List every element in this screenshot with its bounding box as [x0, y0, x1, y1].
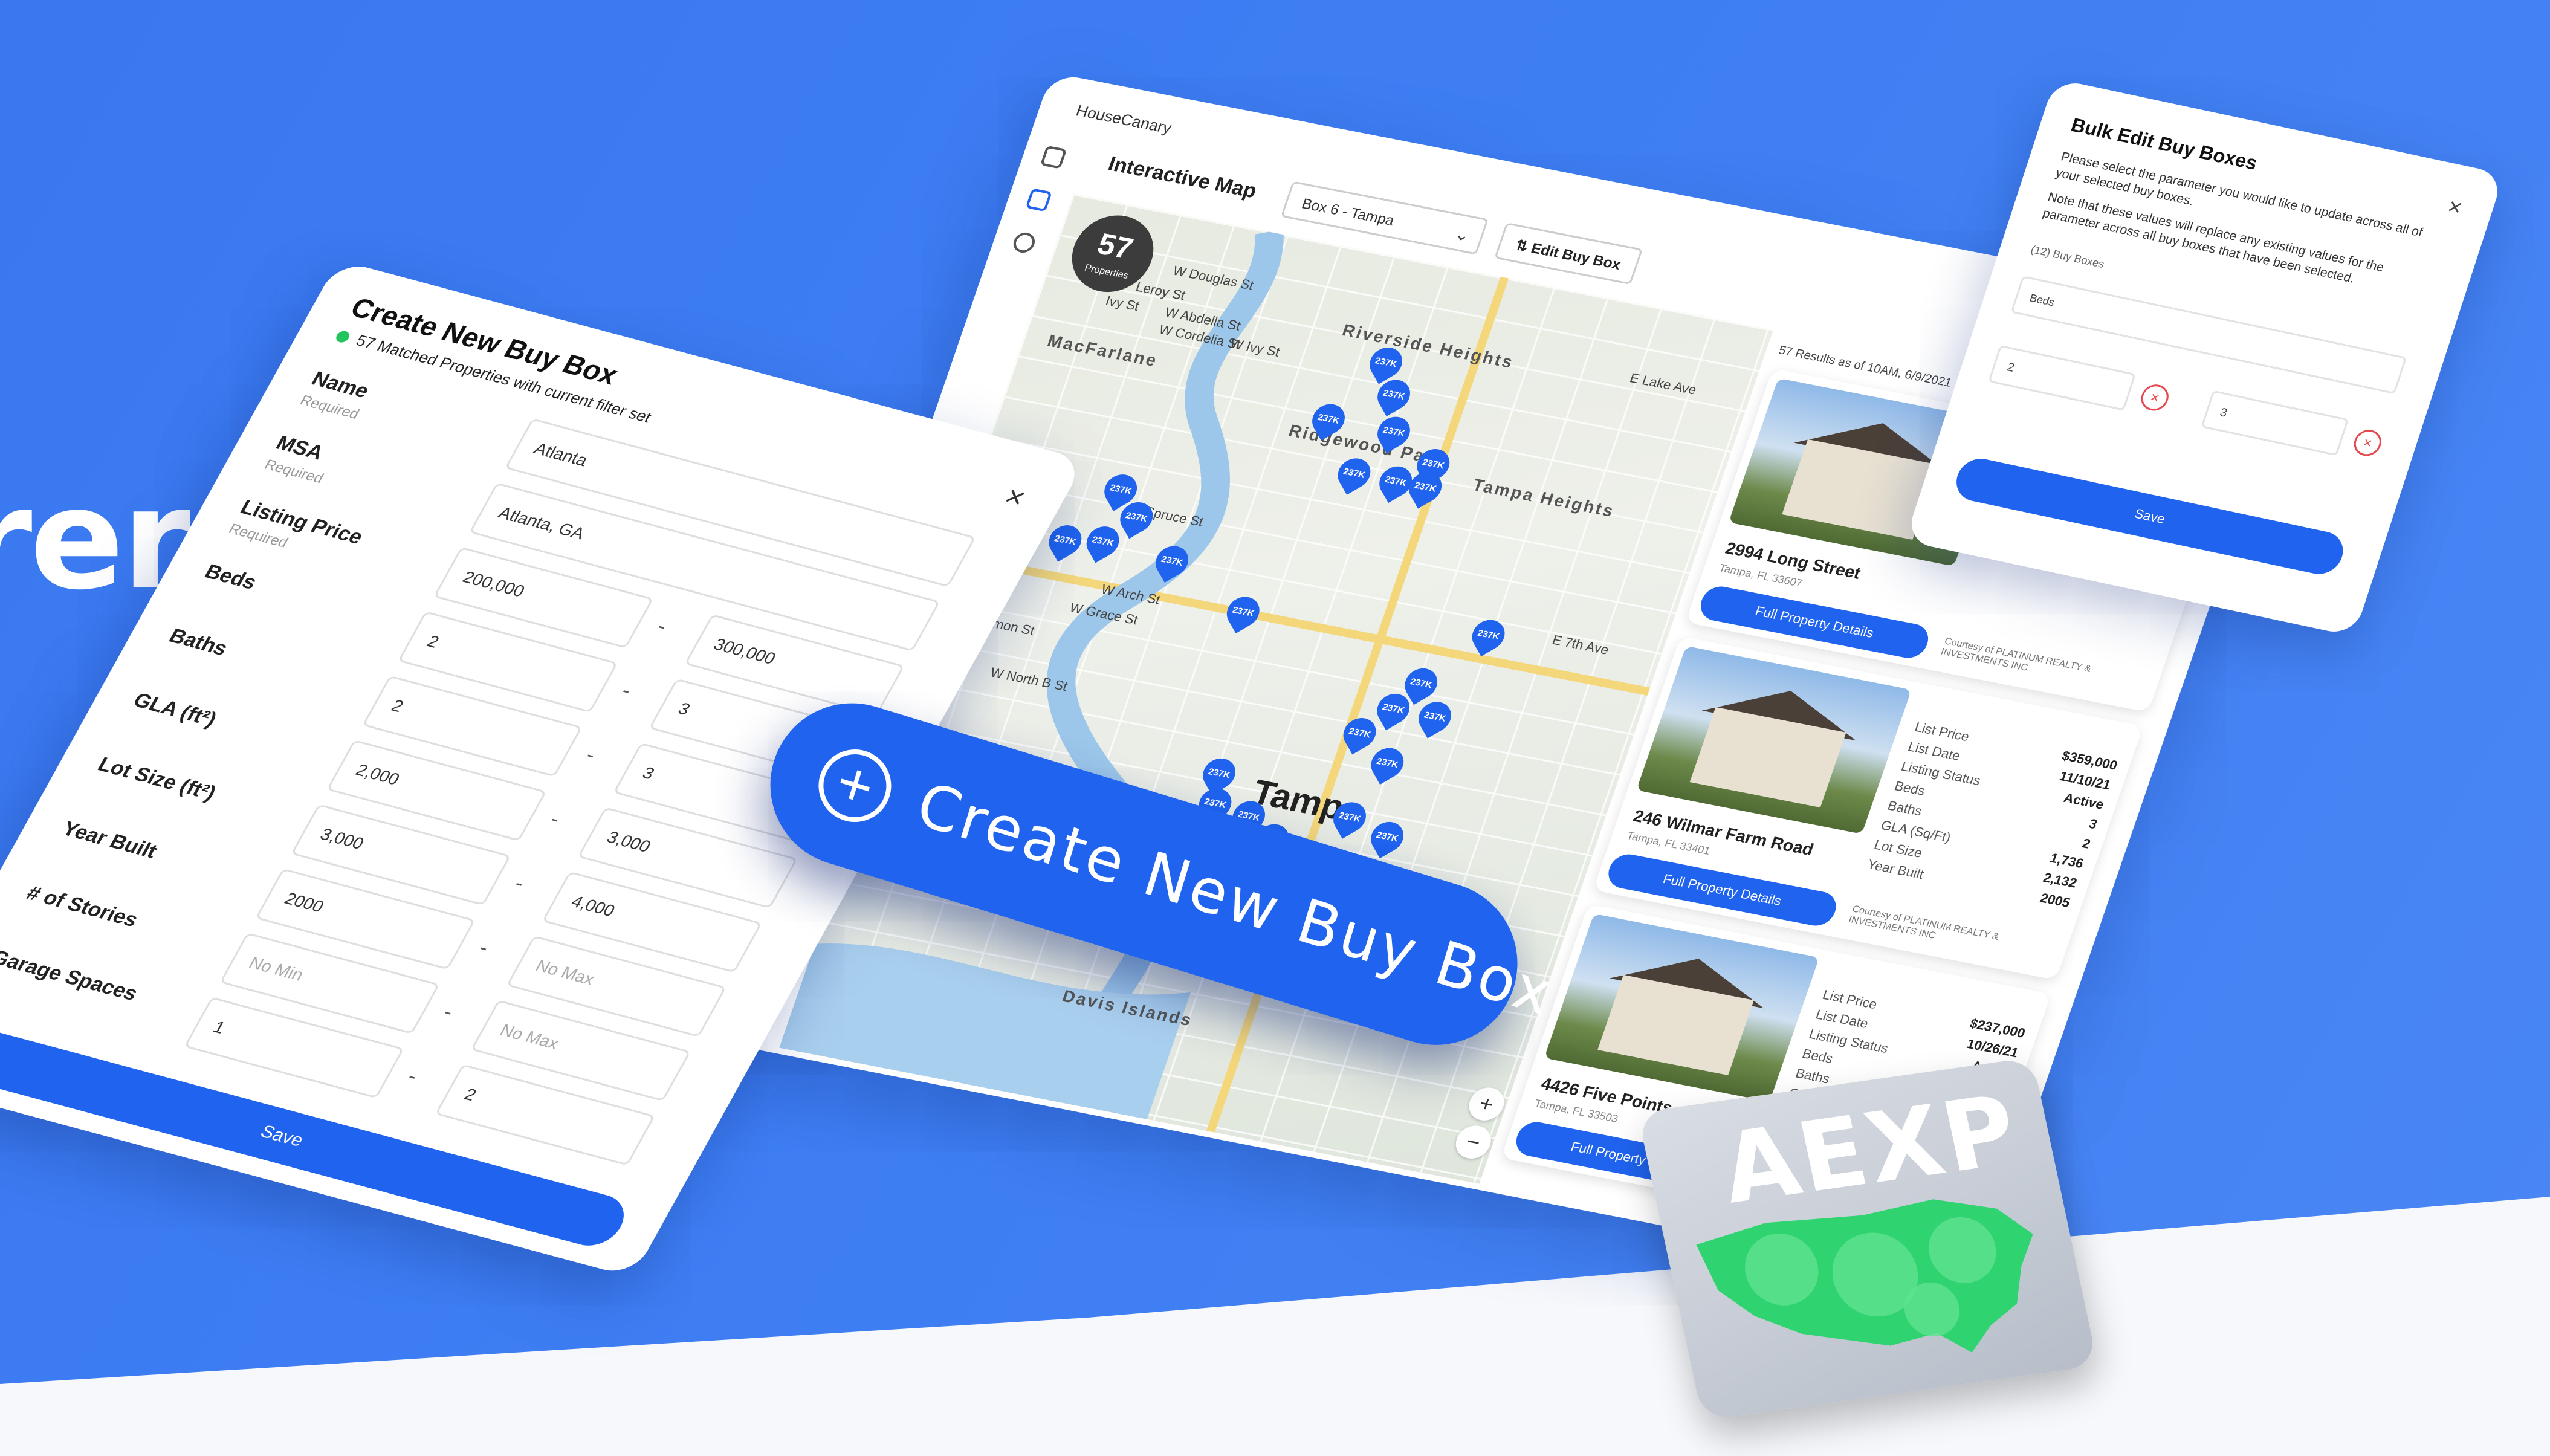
portfolio-icon[interactable]	[1040, 145, 1067, 169]
bulk-save-button[interactable]: Save	[1950, 455, 2349, 578]
plus-circle-icon: +	[809, 740, 901, 831]
range-dash: -	[403, 1065, 422, 1088]
fact-value: 2	[2080, 835, 2092, 852]
clear-min-icon[interactable]: ×	[2137, 382, 2172, 413]
property-facts: List Price $359,000 List Date 11/10/21 Listi…	[1864, 719, 2119, 916]
range-dash: -	[439, 1000, 458, 1024]
edit-buy-box-label: Edit Buy Box	[1529, 240, 1623, 273]
history-icon[interactable]	[1011, 230, 1038, 254]
range-dash: -	[581, 743, 600, 766]
range-dash: -	[474, 936, 493, 959]
max-input[interactable]: 3	[2201, 390, 2349, 456]
listing-courtesy: Courtesy of PLATINUM REALTY & INVESTMENT…	[1939, 636, 2093, 675]
range-dash: -	[617, 679, 636, 702]
page-title: Interactive Map	[1105, 152, 1260, 203]
range-dash: -	[653, 615, 671, 638]
listing-courtesy: Courtesy of PLATINUM REALTY & INVESTMENT…	[1847, 904, 2001, 942]
fact-value: 3	[2086, 816, 2100, 832]
close-icon[interactable]: ×	[998, 479, 1032, 515]
range-dash: -	[510, 872, 529, 895]
property-photo[interactable]	[1544, 913, 1819, 1102]
field-label: Beds	[201, 560, 261, 594]
aexp-badge: AEXP	[1637, 1057, 2098, 1421]
field-label: Baths	[165, 624, 232, 660]
chevron-down-icon: ⌄	[1452, 224, 1473, 245]
clear-max-icon[interactable]: ×	[2350, 427, 2385, 459]
property-photo[interactable]	[1636, 645, 1912, 834]
buy-box-select-value: Box 6 - Tampa	[1299, 195, 1397, 229]
app-brand: HouseCanary	[1073, 101, 1174, 137]
min-input[interactable]: 2	[1988, 345, 2137, 411]
close-icon[interactable]: ×	[2444, 194, 2465, 222]
status-dot	[334, 329, 352, 344]
map-icon[interactable]	[1025, 188, 1053, 212]
edit-buy-box-button[interactable]: ⇅ Edit Buy Box	[1494, 222, 1643, 285]
range-dash: -	[546, 807, 565, 830]
